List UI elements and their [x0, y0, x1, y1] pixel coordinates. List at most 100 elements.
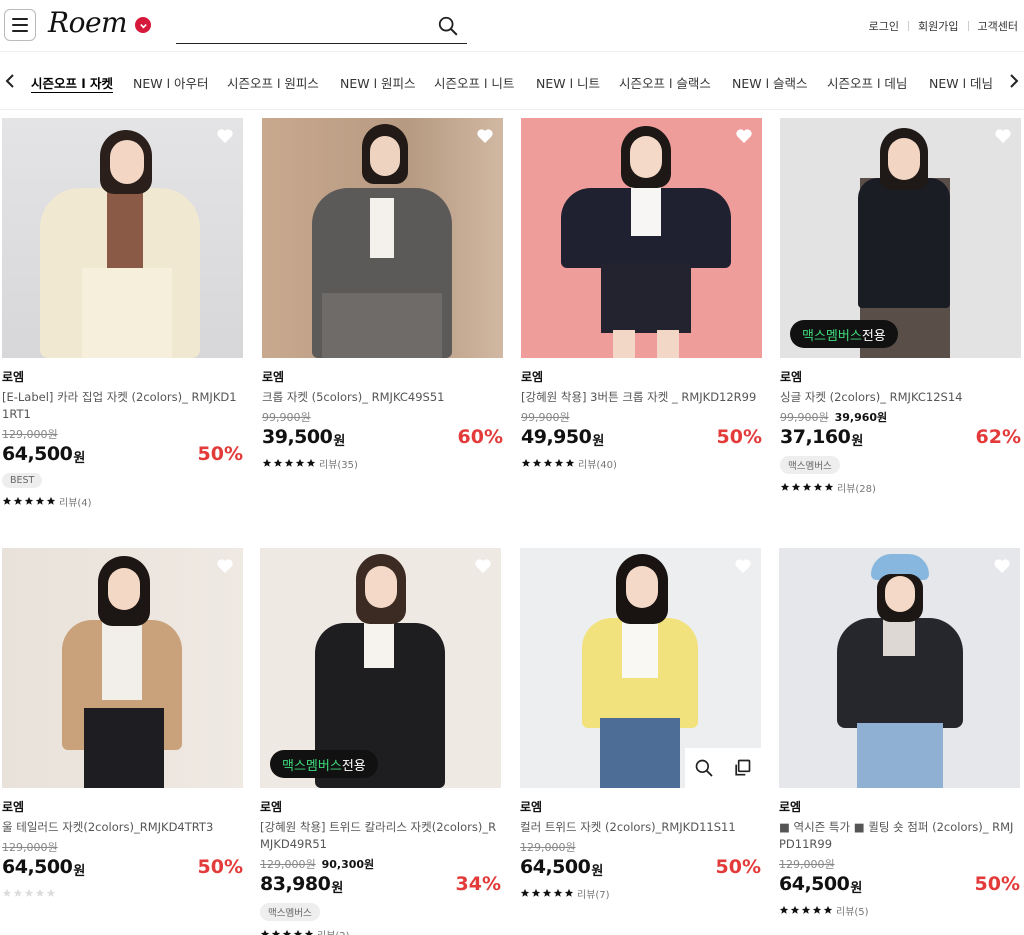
product-name[interactable]: [E-Label] 카라 집업 자켓 (2colors)_ RMJKD11RT1: [2, 389, 243, 423]
login-link[interactable]: 로그인: [869, 18, 899, 34]
heart-icon[interactable]: [474, 557, 492, 574]
star-icon: [564, 888, 574, 897]
chevron-left-icon[interactable]: [3, 72, 17, 90]
star-rating: [2, 496, 56, 506]
product-card[interactable]: 로엠 [E-Label] 카라 집업 자켓 (2colors)_ RMJKD11…: [2, 118, 243, 509]
currency: 원: [333, 433, 346, 449]
category-tab[interactable]: NEW l 데님: [929, 73, 993, 92]
product-name[interactable]: 싱글 자켓 (2colors)_ RMJKC12S14: [780, 389, 1021, 406]
star-icon: [531, 888, 541, 897]
product-card[interactable]: 로엠 울 테일러드 자켓(2colors)_RMJKD4TRT3 129,000…: [2, 548, 243, 900]
product-name[interactable]: ■ 역시즌 특가 ■ 퀼팅 숏 점퍼 (2colors)_ RMJPD11R99: [779, 819, 1020, 853]
sale-price: 37,160: [780, 426, 851, 448]
star-icon: [306, 458, 316, 467]
heart-icon[interactable]: [994, 127, 1012, 144]
product-card[interactable]: 맥스멤버스 전용 로엠 싱글 자켓 (2colors)_ RMJKC12S14 …: [780, 118, 1021, 495]
product-card[interactable]: 로엠 ■ 역시즌 특가 ■ 퀼팅 숏 점퍼 (2colors)_ RMJPD11…: [779, 548, 1020, 918]
menu-icon-bar: [12, 18, 28, 20]
quick-tools: [685, 748, 761, 788]
original-price-row: 129,000원: [520, 839, 761, 854]
star-icon: [273, 458, 283, 467]
heart-icon[interactable]: [993, 557, 1011, 574]
product-image[interactable]: 맥스멤버스 전용: [780, 118, 1021, 358]
star-icon: [543, 458, 553, 467]
zoom-icon[interactable]: [694, 758, 714, 778]
copy-icon[interactable]: [732, 758, 752, 778]
star-rating: [260, 929, 314, 935]
review-count[interactable]: 리뷰(4): [59, 494, 92, 509]
star-icon: [801, 905, 811, 914]
category-tab[interactable]: 시즌오프 l 니트: [434, 73, 514, 92]
hamburger-menu-button[interactable]: [4, 9, 36, 41]
rating-row: 리뷰(40): [521, 456, 762, 471]
review-count[interactable]: 리뷰(40): [578, 456, 617, 471]
divider: [967, 21, 969, 31]
category-tab[interactable]: 시즌오프 l 자켓: [31, 73, 113, 92]
discount-rate: 50%: [197, 443, 243, 465]
heart-icon[interactable]: [216, 557, 234, 574]
product-card[interactable]: 로엠 컬러 트위드 자켓 (2colors)_RMJKD11S11 129,00…: [520, 548, 761, 901]
product-card[interactable]: 맥스멤버스 전용 로엠 [강혜원 착용] 트위드 칼라리스 자켓(2colors…: [260, 548, 501, 935]
divider: [908, 21, 910, 31]
heart-icon[interactable]: [734, 557, 752, 574]
product-name[interactable]: 울 테일러드 자켓(2colors)_RMJKD4TRT3: [2, 819, 243, 836]
star-icon: [293, 929, 303, 935]
product-card[interactable]: 로엠 크롭 자켓 (5colors)_ RMJKC49S51 99,900원 3…: [262, 118, 503, 471]
star-icon: [779, 905, 789, 914]
star-icon: [542, 888, 552, 897]
product-image[interactable]: [779, 548, 1020, 788]
product-image[interactable]: 맥스멤버스 전용: [260, 548, 501, 788]
star-icon: [35, 888, 45, 897]
star-rating: [520, 888, 574, 898]
product-name[interactable]: [강혜원 착용] 트위드 칼라리스 자켓(2colors)_RMJKD49R51: [260, 819, 501, 853]
heart-badge-icon: [135, 17, 151, 33]
customer-center-link[interactable]: 고객센터: [978, 18, 1018, 34]
product-name[interactable]: 크롭 자켓 (5colors)_ RMJKC49S51: [262, 389, 503, 406]
product-image[interactable]: [2, 118, 243, 358]
signup-link[interactable]: 회원가입: [918, 18, 958, 34]
search-input[interactable]: [176, 12, 426, 42]
price-row: 64,500 원 50%: [2, 854, 243, 880]
star-icon: [262, 458, 272, 467]
original-price: 129,000원: [520, 840, 576, 854]
price-row: 39,500 원 60%: [262, 424, 503, 450]
category-tab[interactable]: 시즌오프 l 원피스: [227, 73, 319, 92]
star-rating: [779, 905, 833, 915]
product-name[interactable]: [강혜원 착용] 3버튼 크롭 자켓 _ RMJKD12R99: [521, 389, 762, 406]
chevron-right-icon[interactable]: [1007, 72, 1021, 90]
product-name[interactable]: 컬러 트위드 자켓 (2colors)_RMJKD11S11: [520, 819, 761, 836]
review-count[interactable]: 리뷰(5): [836, 903, 869, 918]
product-card[interactable]: 로엠 [강혜원 착용] 3버튼 크롭 자켓 _ RMJKD12R99 99,90…: [521, 118, 762, 471]
star-icon: [824, 482, 834, 491]
top-links: 로그인 회원가입 고객센터: [869, 18, 1018, 34]
price-row: 49,950 원 50%: [521, 424, 762, 450]
heart-icon[interactable]: [735, 127, 753, 144]
product-image[interactable]: [520, 548, 761, 788]
original-price-row: 129,000원: [2, 426, 243, 441]
brand-name: 로엠: [780, 370, 803, 384]
brand-name: 로엠: [2, 370, 25, 384]
category-tab[interactable]: NEW l 니트: [536, 73, 600, 92]
original-price-row: 129,000원: [2, 839, 243, 854]
sale-price: 64,500: [779, 873, 850, 895]
review-count[interactable]: 리뷰(28): [837, 480, 876, 495]
product-image[interactable]: [2, 548, 243, 788]
site-logo[interactable]: Roem: [48, 6, 128, 39]
review-count[interactable]: 리뷰(7): [577, 886, 610, 901]
product-image[interactable]: [521, 118, 762, 358]
category-tab[interactable]: NEW l 슬랙스: [732, 73, 808, 92]
star-icon: [553, 888, 563, 897]
category-tab[interactable]: NEW l 아우터: [133, 73, 209, 92]
review-count[interactable]: 리뷰(2): [317, 927, 350, 935]
review-count[interactable]: 리뷰(35): [319, 456, 358, 471]
heart-icon[interactable]: [216, 127, 234, 144]
product-image[interactable]: [262, 118, 503, 358]
discount-rate: 34%: [455, 873, 501, 895]
category-tab[interactable]: 시즌오프 l 슬랙스: [619, 73, 711, 92]
category-tab[interactable]: 시즌오프 l 데님: [827, 73, 907, 92]
brand-name: 로엠: [520, 800, 543, 814]
best-tag: BEST: [2, 473, 43, 488]
search-icon[interactable]: [437, 15, 459, 37]
category-tab[interactable]: NEW l 원피스: [340, 73, 416, 92]
heart-icon[interactable]: [476, 127, 494, 144]
